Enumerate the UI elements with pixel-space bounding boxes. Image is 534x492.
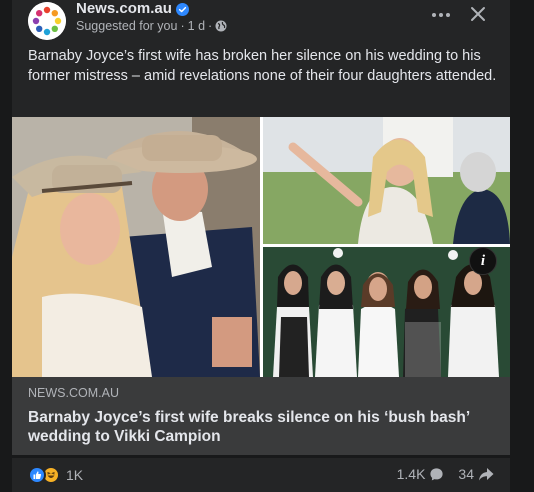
share-icon (479, 467, 494, 480)
reactions-summary[interactable]: 1K (28, 466, 83, 484)
post-caption: Barnaby Joyce’s first wife has broken he… (28, 48, 497, 84)
link-domain: NEWS.COM.AU (28, 386, 119, 400)
meta-separator: · (180, 19, 185, 33)
engagement-stats: 1.4K 34 (397, 466, 494, 482)
like-reaction-icon (28, 466, 46, 484)
shares-count-link[interactable]: 34 (458, 466, 494, 482)
post-card: News.com.au Suggested for you · 1 d · Ba… (12, 0, 510, 455)
wedding-couple-photo[interactable] (12, 117, 260, 377)
comment-icon (430, 467, 444, 480)
close-icon[interactable] (467, 3, 489, 25)
post-footer: 1K 1.4K 34 (12, 458, 510, 492)
link-title[interactable]: Barnaby Joyce’s first wife breaks silenc… (28, 408, 498, 446)
more-options-icon[interactable] (428, 4, 454, 26)
comment-count: 1.4K (396, 466, 426, 482)
reaction-count: 1K (66, 467, 84, 483)
page-name-link[interactable]: News.com.au (76, 0, 172, 17)
verified-badge-icon (176, 3, 189, 16)
meta-separator: · (208, 19, 213, 33)
post-header: News.com.au Suggested for you · 1 d · (12, 0, 510, 40)
first-wife-photo[interactable] (263, 117, 510, 244)
page-avatar[interactable] (28, 2, 66, 40)
globe-icon (215, 20, 227, 32)
link-preview[interactable]: NEWS.COM.AU Barnaby Joyce’s first wife b… (12, 377, 510, 455)
comments-count-link[interactable]: 1.4K (397, 466, 445, 482)
suggested-label: Suggested for you (76, 19, 178, 33)
post-media[interactable] (12, 117, 510, 377)
post-age-link[interactable]: 1 d (188, 19, 205, 33)
post-meta: Suggested for you · 1 d · (76, 19, 227, 33)
share-count: 34 (458, 466, 474, 482)
info-icon[interactable]: i (469, 247, 497, 275)
